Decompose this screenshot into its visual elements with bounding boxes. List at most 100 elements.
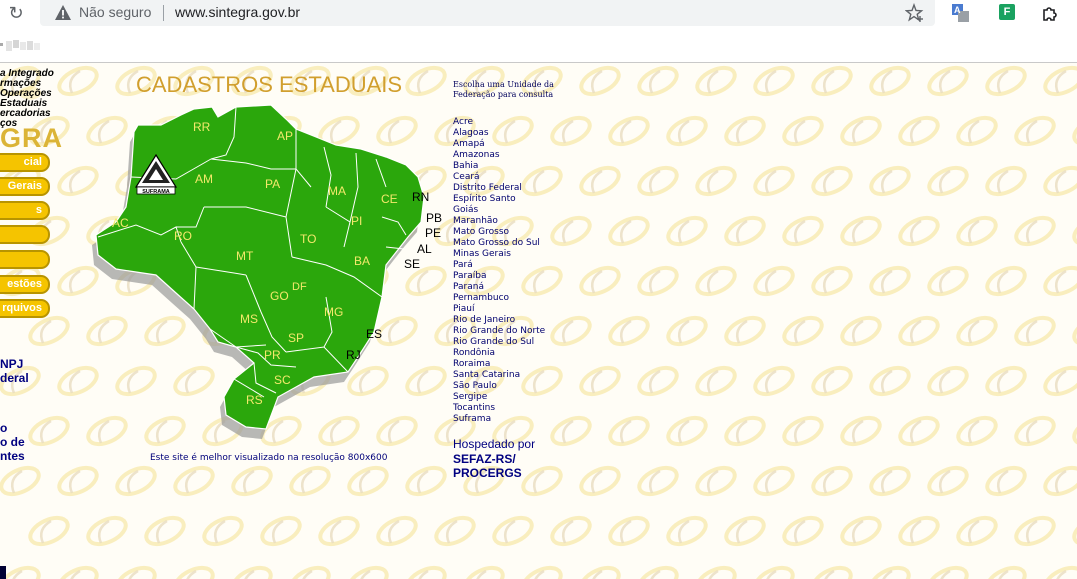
bookmark-favicon-icon[interactable] (0, 38, 44, 54)
state-link[interactable]: São Paulo (453, 381, 545, 392)
state-label[interactable]: RO (174, 229, 192, 243)
state-label[interactable]: DF (292, 281, 307, 293)
url-text[interactable]: www.sintegra.gov.br (175, 4, 300, 20)
state-label[interactable]: MT (236, 249, 254, 263)
side-link[interactable]: deral (0, 371, 29, 385)
state-label[interactable]: MA (328, 184, 346, 198)
background-swoosh (811, 465, 853, 497)
state-link[interactable]: Bahia (453, 161, 545, 172)
state-link[interactable]: Rio de Janeiro (453, 315, 545, 326)
state-label[interactable]: SP (288, 331, 304, 345)
state-label[interactable]: PI (351, 214, 362, 228)
state-label[interactable]: RR (193, 120, 211, 134)
background-swoosh (724, 115, 766, 147)
state-link[interactable]: Amapá (453, 139, 545, 150)
state-link[interactable]: Distrito Federal (453, 183, 545, 194)
security-label[interactable]: Não seguro (79, 4, 151, 20)
state-link[interactable]: Tocantins (453, 403, 545, 414)
state-link[interactable]: Amazonas (453, 150, 545, 161)
state-link[interactable]: Santa Catarina (453, 370, 545, 381)
reload-icon[interactable]: ↻ (4, 2, 28, 26)
state-label[interactable]: RJ (346, 348, 361, 362)
state-link[interactable]: Acre (453, 117, 545, 128)
state-label[interactable]: AM (195, 172, 213, 186)
state-label[interactable]: PB (426, 211, 442, 225)
hosted-by-org[interactable]: SEFAZ-RS/ PROCERGS (453, 452, 522, 480)
state-link[interactable]: Paraíba (453, 271, 545, 282)
nav-button-label: s (35, 204, 42, 216)
background-swoosh (724, 515, 766, 547)
state-label[interactable]: MS (240, 312, 258, 326)
side-link[interactable]: ntes (0, 449, 25, 463)
background-swoosh (666, 315, 708, 347)
state-link[interactable]: Maranhão (453, 216, 545, 227)
state-label[interactable]: RN (412, 190, 429, 204)
nav-button-label: Gerais (7, 180, 42, 192)
state-label[interactable]: SE (404, 257, 420, 271)
background-swoosh (550, 415, 592, 447)
background-swoosh (608, 315, 650, 347)
nav-button[interactable]: estões (0, 275, 50, 294)
background-swoosh (956, 415, 998, 447)
warning-icon[interactable] (54, 4, 72, 22)
nav-button[interactable] (0, 225, 50, 244)
left-navigation: a Integrado rmações Operações Estaduais … (0, 63, 80, 579)
background-swoosh (666, 115, 708, 147)
extensions-puzzle-icon[interactable] (1040, 3, 1060, 23)
state-label[interactable]: BA (354, 254, 370, 268)
nav-button[interactable]: s (0, 201, 50, 220)
state-label[interactable]: ES (366, 327, 382, 341)
background-swoosh (1014, 515, 1056, 547)
state-link[interactable]: Espírito Santo (453, 194, 545, 205)
state-label[interactable]: TO (300, 232, 316, 246)
state-label[interactable]: GO (270, 289, 289, 303)
state-link[interactable]: Mato Grosso (453, 227, 545, 238)
omnibox[interactable]: Não seguro www.sintegra.gov.br (40, 0, 935, 26)
state-link[interactable]: Alagoas (453, 128, 545, 139)
state-link[interactable]: Piauí (453, 304, 545, 315)
brazil-map[interactable]: SUFRAMA RR AP AM PA MA CE RN PB PE AL SE… (86, 97, 446, 439)
state-link[interactable]: Rondônia (453, 348, 545, 359)
translate-extension-icon[interactable]: A (952, 4, 970, 22)
hosted-org-line[interactable]: PROCERGS (453, 466, 522, 480)
state-link[interactable]: Suframa (453, 414, 545, 425)
background-swoosh (753, 65, 795, 97)
state-label[interactable]: PE (425, 226, 441, 240)
page-title: CADASTROS ESTADUAIS (136, 72, 403, 97)
bookmark-star-icon[interactable] (905, 3, 925, 23)
state-label[interactable]: PR (264, 348, 281, 362)
side-link[interactable]: o (0, 421, 7, 435)
hosted-org-line[interactable]: SEFAZ-RS/ (453, 452, 522, 466)
state-link[interactable]: Goiás (453, 205, 545, 216)
nav-button-label: estões (7, 278, 42, 290)
background-swoosh (985, 165, 1027, 197)
state-label[interactable]: SC (274, 373, 291, 387)
nav-button-label: cial (23, 156, 42, 168)
state-label[interactable]: RS (246, 393, 263, 407)
state-link[interactable]: Pará (453, 260, 545, 271)
nav-button[interactable]: rquivos (0, 299, 50, 318)
state-link[interactable]: Roraima (453, 359, 545, 370)
state-link[interactable]: Minas Gerais (453, 249, 545, 260)
state-link[interactable]: Paraná (453, 282, 545, 293)
background-swoosh (695, 65, 737, 97)
side-link[interactable]: o de (0, 435, 25, 449)
nav-button[interactable]: Gerais (0, 177, 50, 196)
nav-button[interactable] (0, 250, 50, 269)
state-link[interactable]: Sergipe (453, 392, 545, 403)
background-swoosh (695, 265, 737, 297)
state-label[interactable]: AL (417, 242, 432, 256)
state-label[interactable]: MG (324, 305, 343, 319)
state-label[interactable]: AC (112, 216, 129, 230)
state-link[interactable]: Pernambuco (453, 293, 545, 304)
state-link[interactable]: Rio Grande do Sul (453, 337, 545, 348)
state-link[interactable]: Ceará (453, 172, 545, 183)
nav-button[interactable]: cial (0, 153, 50, 172)
state-label[interactable]: AP (277, 129, 293, 143)
state-link[interactable]: Mato Grosso do Sul (453, 238, 545, 249)
state-link[interactable]: Rio Grande do Norte (453, 326, 545, 337)
side-link[interactable]: NPJ (0, 357, 23, 371)
state-label[interactable]: CE (381, 192, 398, 206)
f-extension-icon[interactable]: F (999, 4, 1015, 20)
state-label[interactable]: PA (265, 177, 280, 191)
